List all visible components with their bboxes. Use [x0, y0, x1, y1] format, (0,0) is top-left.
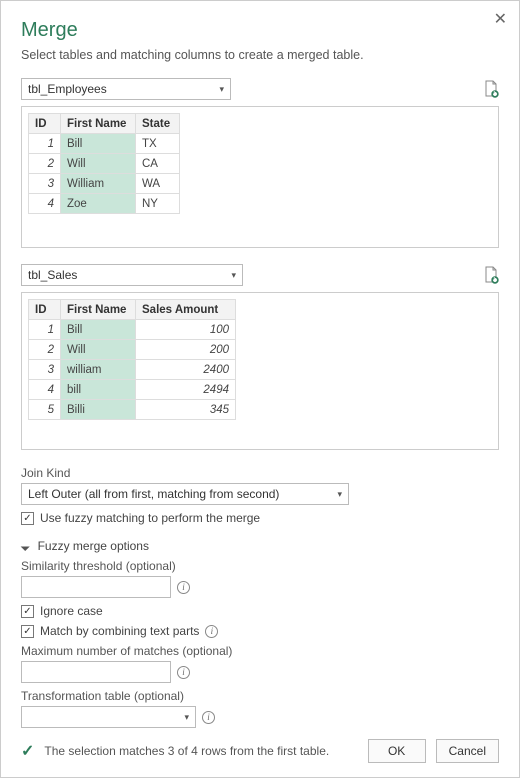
- table1-data: ID First Name State 1BillTX 2WillCA 3Wil…: [28, 113, 180, 214]
- ignore-case-label: Ignore case: [40, 604, 103, 618]
- table-row[interactable]: 4ZoeNY: [29, 194, 180, 214]
- table-row[interactable]: 4bill2494: [29, 380, 236, 400]
- ignore-case-checkbox[interactable]: [21, 605, 34, 618]
- table-row[interactable]: 3WilliamWA: [29, 174, 180, 194]
- info-icon[interactable]: i: [202, 711, 215, 724]
- info-icon[interactable]: i: [177, 581, 190, 594]
- use-fuzzy-label: Use fuzzy matching to perform the merge: [40, 511, 260, 525]
- join-kind-dropdown[interactable]: Left Outer (all from first, matching fro…: [21, 483, 349, 505]
- table1-header-id[interactable]: ID: [29, 114, 61, 134]
- table-row[interactable]: 2Will200: [29, 340, 236, 360]
- table1-select-row: tbl_Employees ▾: [21, 78, 499, 100]
- table2-header-sales[interactable]: Sales Amount: [136, 300, 236, 320]
- dialog-footer: ✓ The selection matches 3 of 4 rows from…: [21, 739, 499, 763]
- ignore-case-row[interactable]: Ignore case: [21, 604, 499, 618]
- chevron-down-icon: ▾: [184, 707, 189, 727]
- use-fuzzy-checkbox[interactable]: [21, 512, 34, 525]
- table2-grid[interactable]: ID First Name Sales Amount 1Bill100 2Wil…: [21, 292, 499, 450]
- table1-header-firstname[interactable]: First Name: [61, 114, 136, 134]
- table2-header-id[interactable]: ID: [29, 300, 61, 320]
- table1-dropdown-value: tbl_Employees: [28, 82, 107, 96]
- chevron-down-icon: ▾: [231, 265, 236, 285]
- table-row[interactable]: 5Billi345: [29, 400, 236, 420]
- checkmark-icon: ✓: [21, 741, 34, 761]
- table2-data: ID First Name Sales Amount 1Bill100 2Wil…: [28, 299, 236, 420]
- cancel-button[interactable]: Cancel: [436, 739, 499, 763]
- dialog-title: Merge: [21, 19, 499, 42]
- transform-table-dropdown[interactable]: ▾: [21, 706, 196, 728]
- join-kind-label: Join Kind: [21, 466, 499, 480]
- table1-grid[interactable]: ID First Name State 1BillTX 2WillCA 3Wil…: [21, 106, 499, 248]
- table2-header-firstname[interactable]: First Name: [61, 300, 136, 320]
- table2-select-row: tbl_Sales ▾: [21, 264, 499, 286]
- table2-dropdown-value: tbl_Sales: [28, 268, 77, 282]
- merge-dialog: ✕ Merge Select tables and matching colum…: [0, 0, 520, 778]
- max-matches-input[interactable]: [21, 661, 171, 683]
- info-icon[interactable]: i: [177, 666, 190, 679]
- chevron-down-icon: ▾: [337, 484, 342, 504]
- table2-dropdown[interactable]: tbl_Sales ▾: [21, 264, 243, 286]
- similarity-input[interactable]: [21, 576, 171, 598]
- info-icon[interactable]: i: [205, 625, 218, 638]
- fuzzy-options-header[interactable]: Fuzzy merge options: [21, 539, 499, 553]
- similarity-label: Similarity threshold (optional): [21, 559, 499, 573]
- ok-button[interactable]: OK: [368, 739, 426, 763]
- refresh-icon[interactable]: [483, 80, 499, 98]
- table1-header-state[interactable]: State: [136, 114, 180, 134]
- combine-text-row[interactable]: Match by combining text parts i: [21, 624, 499, 638]
- table-row[interactable]: 3william2400: [29, 360, 236, 380]
- match-status-text: The selection matches 3 of 4 rows from t…: [44, 744, 357, 758]
- table-row[interactable]: 2WillCA: [29, 154, 180, 174]
- max-matches-label: Maximum number of matches (optional): [21, 644, 499, 658]
- table-row[interactable]: 1Bill100: [29, 320, 236, 340]
- chevron-down-icon: ▾: [219, 79, 224, 99]
- close-icon[interactable]: ✕: [494, 9, 507, 29]
- table-row[interactable]: 1BillTX: [29, 134, 180, 154]
- join-kind-value: Left Outer (all from first, matching fro…: [28, 487, 279, 501]
- transform-table-label: Transformation table (optional): [21, 689, 499, 703]
- refresh-icon[interactable]: [483, 266, 499, 284]
- table1-dropdown[interactable]: tbl_Employees ▾: [21, 78, 231, 100]
- combine-text-checkbox[interactable]: [21, 625, 34, 638]
- combine-text-label: Match by combining text parts: [40, 624, 199, 638]
- dialog-subtitle: Select tables and matching columns to cr…: [21, 48, 499, 62]
- use-fuzzy-checkbox-row[interactable]: Use fuzzy matching to perform the merge: [21, 511, 499, 525]
